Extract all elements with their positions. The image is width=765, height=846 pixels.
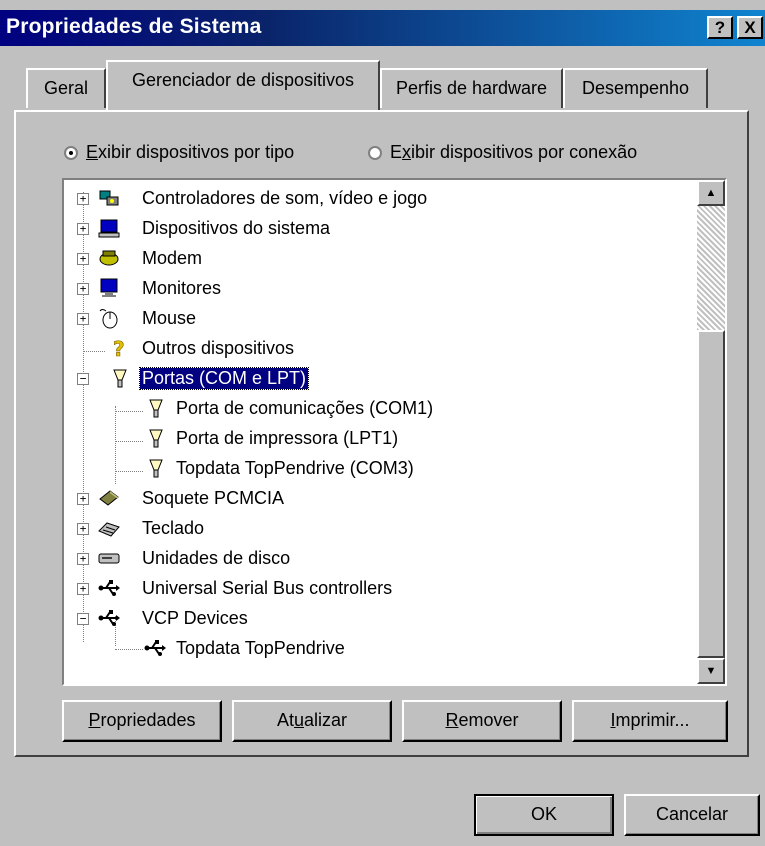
tree-item-lpt1[interactable]: Porta de impressora (LPT1) <box>64 424 684 454</box>
tree-item-com1[interactable]: Porta de comunicações (COM1) <box>64 394 684 424</box>
monitor-icon <box>100 278 118 297</box>
tree-item-label: Universal Serial Bus controllers <box>142 578 393 598</box>
port-connector-icon <box>149 429 163 448</box>
tree-item-usb-controllers[interactable]: + Universal Serial Bus controllers <box>64 574 684 604</box>
expand-plus-icon[interactable]: + <box>77 193 89 205</box>
tree-item-label: Unidades de disco <box>142 548 291 568</box>
tree-item-label: Dispositivos do sistema <box>142 218 331 238</box>
scroll-up-arrow-icon[interactable]: ▲ <box>697 180 725 206</box>
tree-item-label: VCP Devices <box>142 608 248 628</box>
help-button[interactable]: ? <box>707 16 733 39</box>
tree-item-label: Controladores de som, vídeo e jogo <box>142 188 428 208</box>
ok-button[interactable]: OK <box>474 794 614 836</box>
radio-by-connection-label: ibir dispositivos por conexão <box>411 142 638 162</box>
tree-item-mouse[interactable]: + Mouse <box>64 304 684 334</box>
radio-by-type-mnemonic: E <box>86 142 99 162</box>
scrollbar-thumb[interactable] <box>697 330 725 658</box>
usb-icon <box>144 640 166 656</box>
tree-vertical-scrollbar[interactable]: ▲ ▼ <box>697 180 725 684</box>
tree-item-label: Monitores <box>142 278 222 298</box>
expand-plus-icon[interactable]: + <box>77 493 89 505</box>
expand-plus-icon[interactable]: + <box>77 283 89 295</box>
tab-geral[interactable]: Geral <box>26 68 106 108</box>
port-connector-icon <box>149 459 163 478</box>
properties-label: ropriedades <box>100 710 196 730</box>
tree-item-label: Topdata TopPendrive (COM3) <box>176 458 414 478</box>
disk-drive-icon <box>98 553 120 564</box>
tree-item-ports[interactable]: − Portas (COM e LPT) <box>64 364 684 394</box>
properties-button[interactable]: Propriedades <box>62 700 222 742</box>
properties-mnemonic: P <box>88 710 101 730</box>
print-label: mprimir... <box>615 710 690 730</box>
close-button[interactable]: X <box>737 16 763 39</box>
radio-by-type[interactable]: Exibir dispositivos por tipo <box>64 142 294 163</box>
tree-item-label: Teclado <box>142 518 205 538</box>
tree-item-other-devices[interactable]: ? Outros dispositivos <box>64 334 684 364</box>
radio-by-type-indicator[interactable] <box>64 146 78 161</box>
question-mark-icon: ? <box>113 337 125 359</box>
radio-by-connection[interactable]: Exibir dispositivos por conexão <box>368 142 637 163</box>
tree-item-vcp-devices[interactable]: − VCP Devices <box>64 604 684 634</box>
radio-by-type-label: xibir dispositivos por tipo <box>98 142 295 162</box>
remove-button[interactable]: Remover <box>402 700 562 742</box>
collapse-minus-icon[interactable]: − <box>77 613 89 625</box>
keyboard-icon <box>98 522 120 537</box>
sound-video-icon <box>99 190 119 206</box>
port-connector-icon <box>149 399 163 418</box>
expand-plus-icon[interactable]: + <box>77 223 89 235</box>
tree-item-label: Modem <box>142 248 203 268</box>
expand-plus-icon[interactable]: + <box>77 313 89 325</box>
radio-by-connection-indicator[interactable] <box>368 146 382 161</box>
tree-item-label: Soquete PCMCIA <box>142 488 285 508</box>
tree-item-disk-drives[interactable]: + Unidades de disco <box>64 544 684 574</box>
tree-item-sound-video[interactable]: + Controladores de som, vídeo e jogo <box>64 184 684 214</box>
port-connector-icon <box>113 369 127 388</box>
tab-perfis-de-hardware[interactable]: Perfis de hardware <box>380 68 563 108</box>
collapse-minus-icon[interactable]: − <box>77 373 89 385</box>
usb-icon <box>98 580 120 596</box>
tree-item-label: Topdata TopPendrive <box>176 638 345 658</box>
system-device-icon <box>98 219 120 238</box>
radio-by-connection-mnemonic: x <box>402 142 412 162</box>
refresh-mnemonic: u <box>293 710 304 730</box>
expand-plus-icon[interactable]: + <box>77 523 89 535</box>
usb-icon <box>98 610 120 626</box>
window-title: Propriedades de Sistema <box>6 15 262 38</box>
expand-plus-icon[interactable]: + <box>77 553 89 565</box>
cancel-button[interactable]: Cancelar <box>624 794 760 836</box>
tree-item-label: Porta de comunicações (COM1) <box>176 398 434 418</box>
tab-desempenho[interactable]: Desempenho <box>563 68 708 108</box>
tree-item-modem[interactable]: + Modem <box>64 244 684 274</box>
title-bar[interactable]: Propriedades de Sistema ? X <box>0 10 765 46</box>
remove-label: emover <box>458 710 519 730</box>
tree-item-label: Outros dispositivos <box>142 338 295 358</box>
tree-item-label-selected: Portas (COM e LPT) <box>138 367 310 390</box>
print-button[interactable]: Imprimir... <box>572 700 728 742</box>
expand-plus-icon[interactable]: + <box>77 583 89 595</box>
tab-gerenciador-de-dispositivos[interactable]: Gerenciador de dispositivos <box>106 60 380 110</box>
tree-item-topdata-pendrive[interactable]: Topdata TopPendrive <box>64 634 684 664</box>
tree-item-label: Porta de impressora (LPT1) <box>176 428 399 448</box>
scroll-down-arrow-icon[interactable]: ▼ <box>697 658 725 684</box>
svg-text:?: ? <box>113 337 125 359</box>
tree-item-system-devices[interactable]: + Dispositivos do sistema <box>64 214 684 244</box>
device-tree[interactable]: + Controladores de som, vídeo e jogo + D… <box>62 178 727 686</box>
tree-item-label: Mouse <box>142 308 197 328</box>
refresh-button[interactable]: Atualizar <box>232 700 392 742</box>
refresh-label-prefix: At <box>276 710 294 730</box>
tree-item-monitors[interactable]: + Monitores <box>64 274 684 304</box>
tree-item-keyboard[interactable]: + Teclado <box>64 514 684 544</box>
system-properties-window: Propriedades de Sistema ? X Geral Gerenc… <box>0 0 765 846</box>
tree-item-com3[interactable]: Topdata TopPendrive (COM3) <box>64 454 684 484</box>
refresh-label: alizar <box>304 710 348 730</box>
expand-plus-icon[interactable]: + <box>77 253 89 265</box>
pcmcia-card-icon <box>99 490 119 506</box>
tree-item-pcmcia[interactable]: + Soquete PCMCIA <box>64 484 684 514</box>
radio-by-connection-prefix: E <box>390 142 403 162</box>
mouse-icon <box>99 309 118 329</box>
remove-mnemonic: R <box>445 710 459 730</box>
modem-icon <box>99 250 119 266</box>
